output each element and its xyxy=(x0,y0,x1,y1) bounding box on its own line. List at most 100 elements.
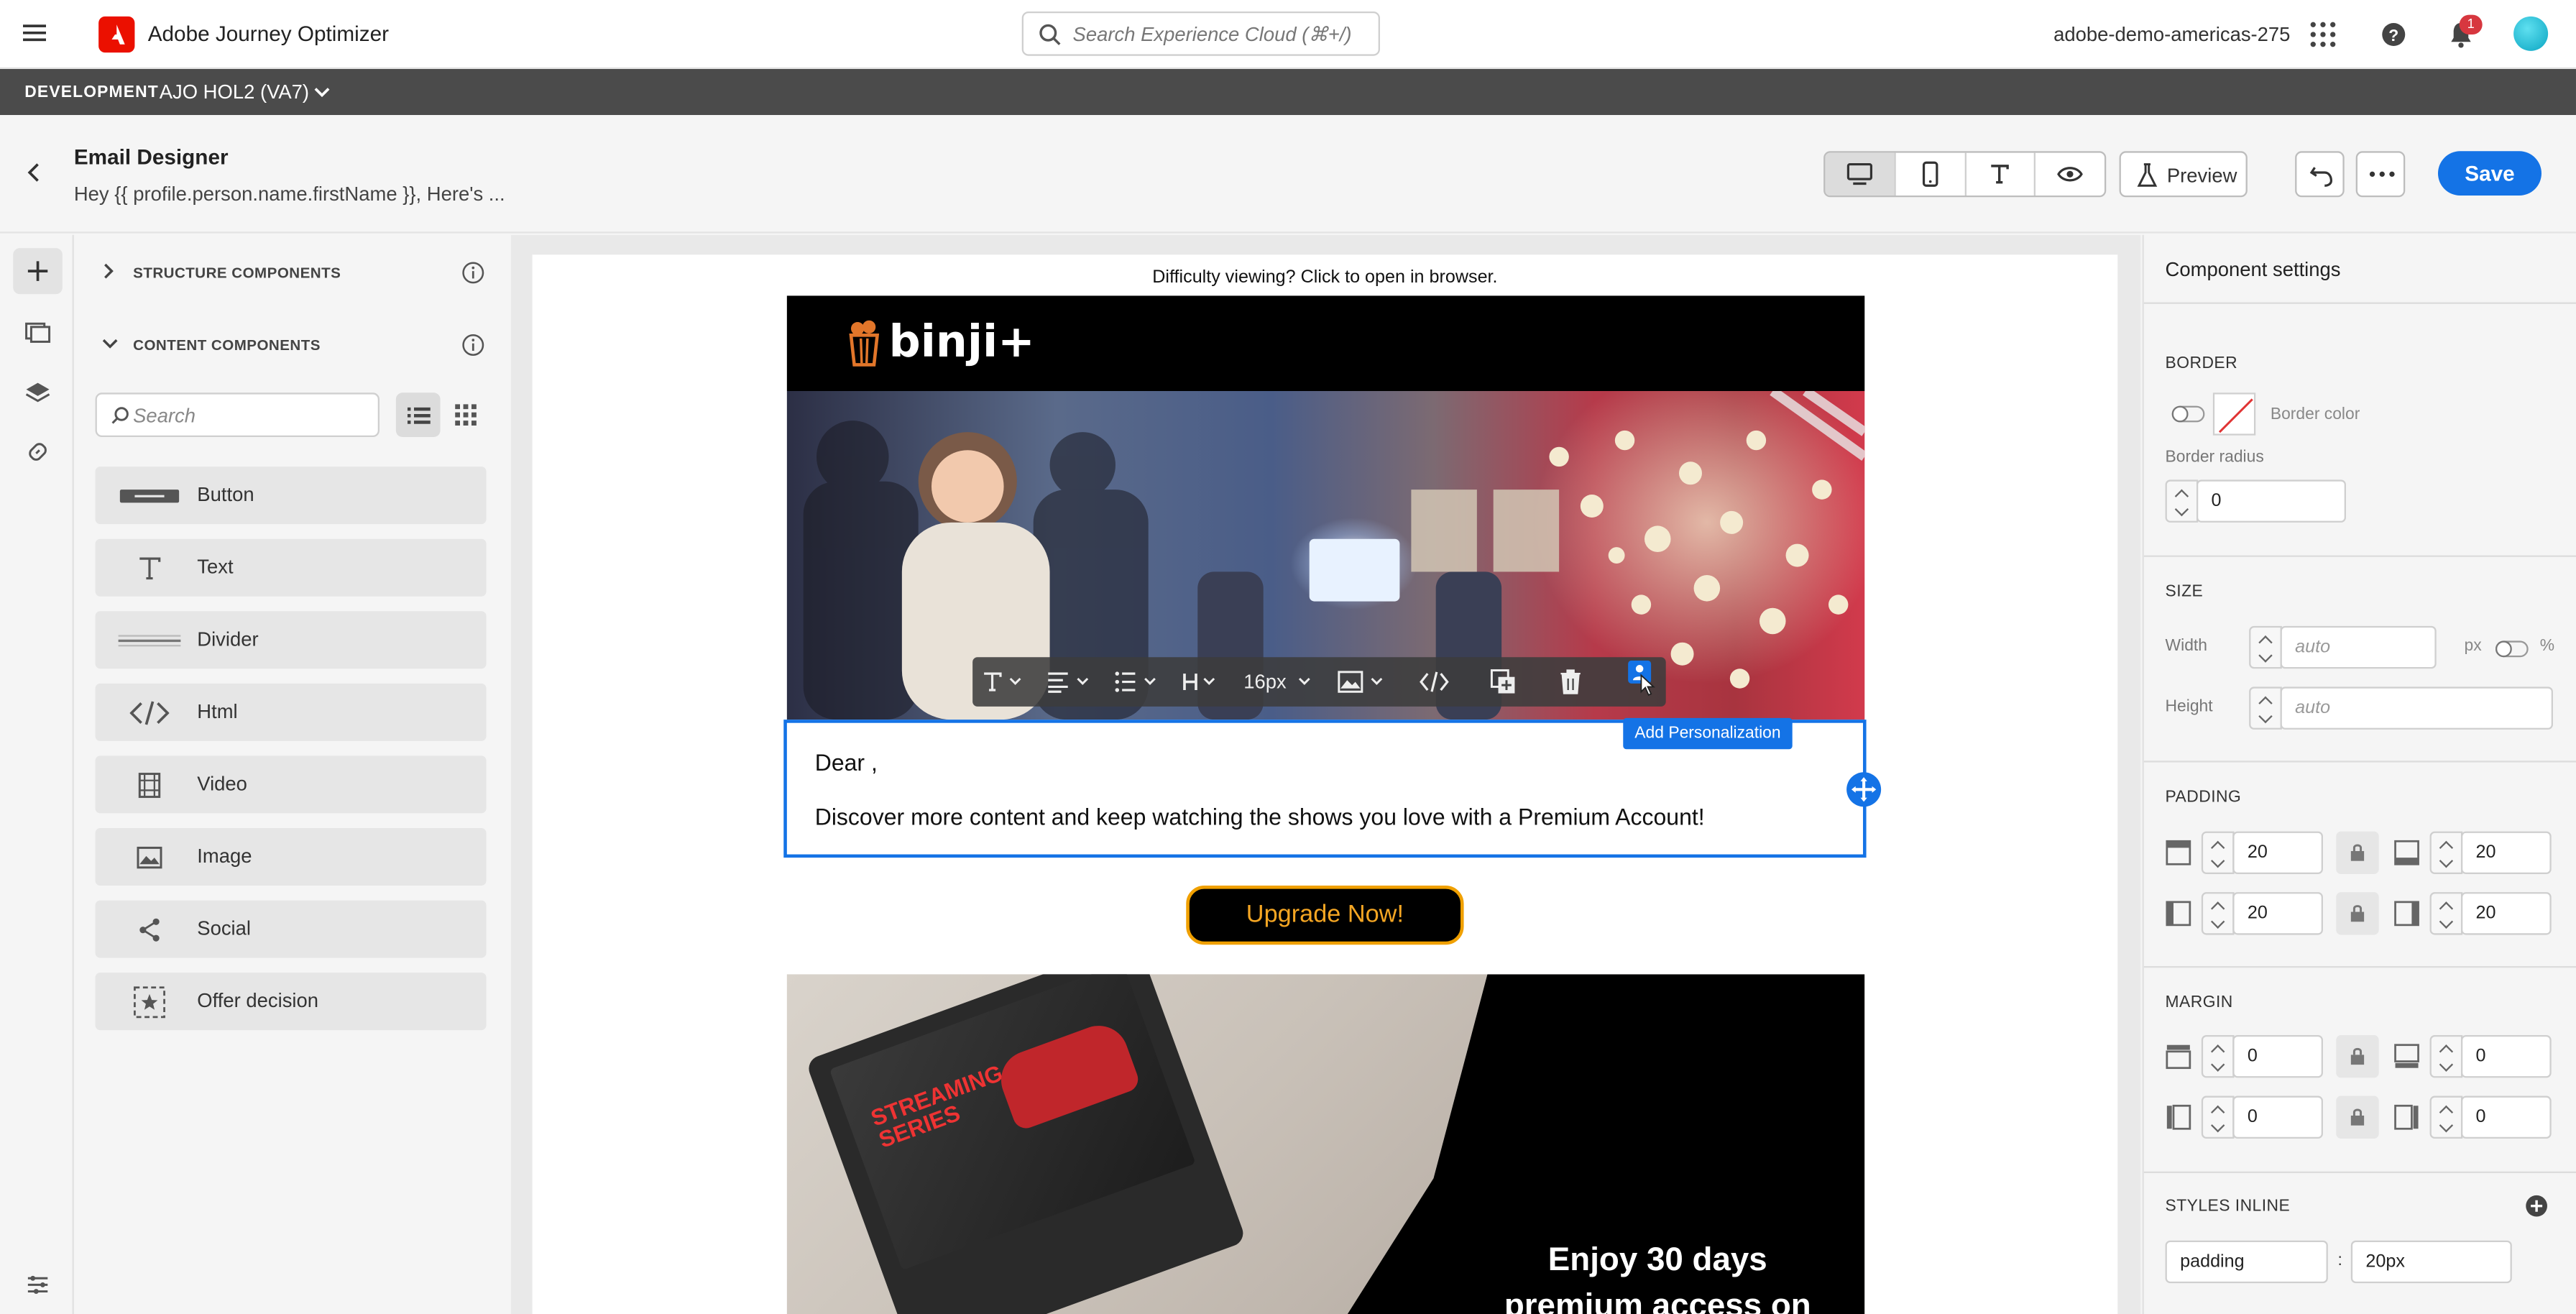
add-circle-icon xyxy=(2526,1195,2547,1217)
list-dropdown[interactable] xyxy=(1114,669,1160,695)
links-tab[interactable] xyxy=(13,429,63,475)
padding-top-input[interactable]: 20 xyxy=(2232,831,2323,874)
back-arrow-icon[interactable] xyxy=(23,161,46,184)
help-icon[interactable]: ? xyxy=(2375,17,2411,52)
view-in-browser-link[interactable]: Difficulty viewing? Click to open in bro… xyxy=(533,268,2118,288)
promo-image[interactable]: STREAMING SERIES Enjoy 30 days premium a… xyxy=(786,974,1865,1314)
upgrade-cta-button[interactable]: Upgrade Now! xyxy=(1186,885,1464,945)
width-stepper[interactable] xyxy=(2249,625,2282,669)
more-actions-button[interactable] xyxy=(2355,151,2406,198)
user-avatar[interactable] xyxy=(2513,16,2549,51)
apps-grid-icon[interactable] xyxy=(2305,17,2341,52)
eye-view-button[interactable] xyxy=(2036,153,2104,196)
desktop-icon xyxy=(1846,162,1872,185)
promo-line-2: premium access on us! xyxy=(1504,1287,1811,1314)
component-image[interactable]: Image xyxy=(95,827,487,886)
structure-components-section[interactable]: STRUCTURE COMPONENTS xyxy=(75,238,509,303)
height-input[interactable]: auto xyxy=(2280,686,2553,730)
padding-right-input[interactable]: 20 xyxy=(2460,892,2552,935)
assets-tab[interactable] xyxy=(13,309,63,355)
margin-left-stepper[interactable] xyxy=(2201,1095,2235,1139)
component-text[interactable]: Text xyxy=(95,538,487,597)
component-label: Offer decision xyxy=(197,988,319,1012)
border-radius-stepper[interactable] xyxy=(2165,479,2199,523)
text-view-button[interactable] xyxy=(1966,152,2036,196)
mobile-view-button[interactable] xyxy=(1895,152,1966,196)
add-components-tab[interactable] xyxy=(13,248,63,295)
margin-top-stepper[interactable] xyxy=(2201,1034,2235,1078)
border-radius-label: Border radius xyxy=(2165,448,2264,467)
margin-bottom-stepper[interactable] xyxy=(2429,1034,2463,1078)
add-personalization-button[interactable] xyxy=(1627,660,1656,697)
component-video[interactable]: Video xyxy=(95,755,487,814)
alignment-dropdown[interactable] xyxy=(1046,669,1092,695)
divider-icon xyxy=(118,625,181,656)
brand-header[interactable]: binji+ xyxy=(786,295,1865,391)
source-code-button[interactable] xyxy=(1420,669,1449,695)
layers-tab[interactable] xyxy=(13,369,63,415)
heading-dropdown[interactable] xyxy=(1181,669,1220,695)
image-insert-dropdown[interactable] xyxy=(1338,669,1387,695)
padding-bottom-input[interactable]: 20 xyxy=(2460,831,2552,874)
trash-icon xyxy=(1560,669,1581,694)
component-html[interactable]: Html xyxy=(95,683,487,741)
style-property-input[interactable]: padding xyxy=(2165,1240,2328,1284)
component-label: Text xyxy=(197,555,234,579)
padding-top-stepper[interactable] xyxy=(2201,831,2235,874)
unit-toggle[interactable] xyxy=(2495,640,2529,658)
preview-button[interactable]: Preview xyxy=(2119,151,2248,198)
adobe-logo-icon[interactable] xyxy=(98,16,135,53)
sandbox-name[interactable]: AJO HOL2 (VA7) xyxy=(160,81,309,104)
save-button[interactable]: Save xyxy=(2437,151,2542,196)
grid-view-toggle[interactable] xyxy=(443,392,488,437)
org-switcher[interactable]: adobe-demo-americas-275 xyxy=(2053,23,2290,46)
component-offer-decision[interactable]: Offer decision xyxy=(95,973,487,1031)
components-search-input[interactable]: Search xyxy=(95,392,380,437)
undo-button[interactable] xyxy=(2295,151,2345,198)
margin-lock-button[interactable] xyxy=(2336,1095,2379,1139)
rail-settings-tab[interactable] xyxy=(13,1262,63,1308)
desktop-view-button[interactable] xyxy=(1825,152,1896,196)
font-size-dropdown[interactable]: 16px xyxy=(1243,669,1312,695)
divider xyxy=(2143,555,2576,557)
margin-top-input[interactable]: 0 xyxy=(2232,1034,2323,1078)
info-icon[interactable] xyxy=(461,261,484,284)
component-button[interactable]: Button xyxy=(95,467,487,525)
style-value-input[interactable]: 20px xyxy=(2350,1240,2512,1284)
padding-lock-button[interactable] xyxy=(2336,831,2379,874)
add-style-button[interactable] xyxy=(2525,1195,2548,1218)
height-stepper[interactable] xyxy=(2249,686,2282,730)
delete-button[interactable] xyxy=(1558,669,1584,695)
content-components-label: CONTENT COMPONENTS xyxy=(133,336,321,354)
hamburger-menu-icon[interactable] xyxy=(22,22,52,48)
greeting-text[interactable]: Dear , xyxy=(815,749,878,776)
app-title[interactable]: Adobe Journey Optimizer xyxy=(148,22,389,46)
code-icon xyxy=(119,697,181,727)
border-toggle[interactable] xyxy=(2171,405,2205,423)
global-search-input[interactable]: Search Experience Cloud (⌘+/) xyxy=(1021,11,1380,56)
body-text[interactable]: Discover more content and keep watching … xyxy=(815,804,1705,830)
margin-right-input[interactable]: 0 xyxy=(2460,1095,2552,1139)
list-view-toggle[interactable] xyxy=(395,392,441,437)
info-icon[interactable] xyxy=(461,334,484,357)
content-components-section[interactable]: CONTENT COMPONENTS xyxy=(75,311,509,376)
padding-bottom-stepper[interactable] xyxy=(2429,831,2463,874)
chevron-down-icon[interactable] xyxy=(312,84,331,101)
padding-left-input[interactable]: 20 xyxy=(2232,892,2323,935)
margin-lock-button[interactable] xyxy=(2336,1034,2379,1078)
margin-left-input[interactable]: 0 xyxy=(2232,1095,2323,1139)
component-divider[interactable]: Divider xyxy=(95,611,487,669)
margin-right-stepper[interactable] xyxy=(2429,1095,2463,1139)
border-color-swatch[interactable] xyxy=(2212,392,2256,436)
padding-lock-button[interactable] xyxy=(2336,892,2379,935)
border-radius-input[interactable]: 0 xyxy=(2196,479,2346,523)
undo-icon xyxy=(2309,167,2333,187)
padding-left-stepper[interactable] xyxy=(2201,892,2235,935)
add-block-handle[interactable] xyxy=(1846,772,1882,807)
text-style-dropdown[interactable] xyxy=(983,669,1025,695)
width-input[interactable]: auto xyxy=(2280,625,2437,669)
margin-bottom-input[interactable]: 0 xyxy=(2460,1034,2552,1078)
padding-right-stepper[interactable] xyxy=(2429,892,2463,935)
duplicate-button[interactable] xyxy=(1490,669,1517,695)
component-social[interactable]: Social xyxy=(95,900,487,958)
